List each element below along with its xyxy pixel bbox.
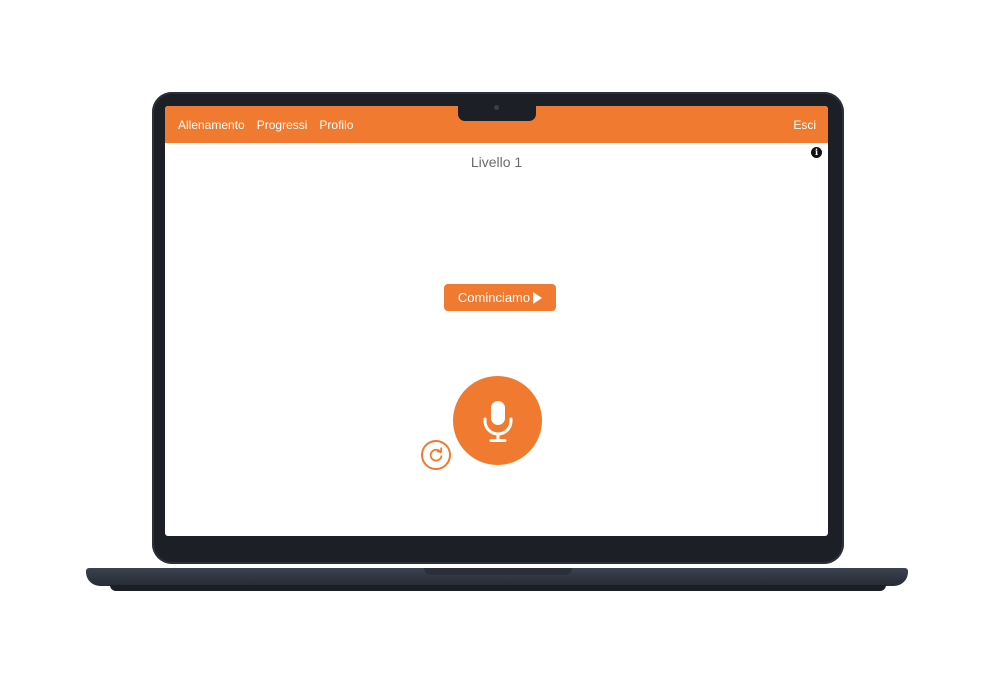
microphone-button[interactable] <box>453 376 542 465</box>
level-title: Livello 1 <box>470 154 523 170</box>
microphone-icon <box>483 400 512 442</box>
laptop-base-groove <box>424 568 572 575</box>
start-button-label: Cominciamo <box>457 290 531 305</box>
app-screen: Allenamento Progressi Profilo Esci i Liv… <box>165 106 828 536</box>
logout-link[interactable]: Esci <box>793 118 816 132</box>
nav-link-profilo[interactable]: Profilo <box>319 118 353 132</box>
nav-link-progressi[interactable]: Progressi <box>257 118 308 132</box>
nav-links: Allenamento Progressi Profilo <box>178 118 353 132</box>
camera-icon <box>494 105 499 110</box>
nav-link-allenamento[interactable]: Allenamento <box>178 118 245 132</box>
refresh-icon <box>429 447 443 462</box>
retry-button[interactable] <box>421 440 451 470</box>
start-button[interactable]: Cominciamo <box>444 284 556 311</box>
laptop-base-shadow <box>110 585 886 591</box>
play-icon <box>533 291 543 304</box>
